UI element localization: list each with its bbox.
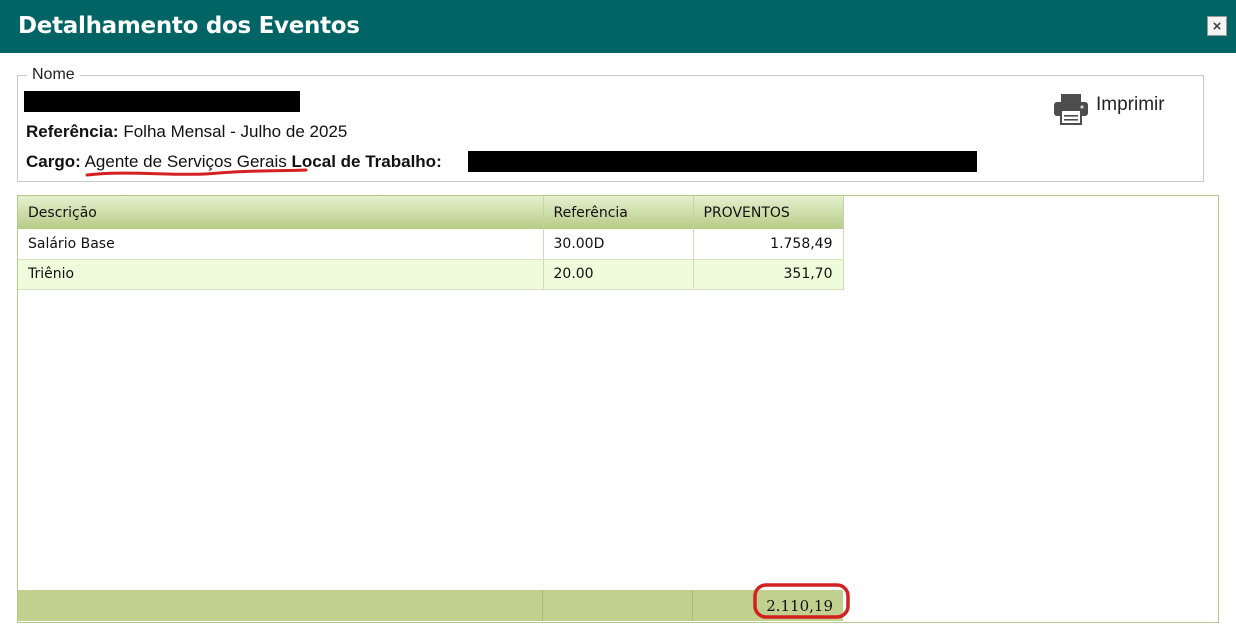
dialog-titlebar: Detalhamento dos Eventos — [0, 0, 1236, 53]
column-header-proventos[interactable]: PROVENTOS — [693, 196, 844, 229]
cell-proventos: 351,70 — [693, 259, 844, 290]
redacted-local-trabalho — [468, 151, 977, 172]
events-table: Descrição Referência PROVENTOS Salário B… — [18, 196, 844, 290]
totals-cell-referencia — [543, 590, 693, 621]
close-icon: × — [1212, 17, 1222, 35]
table-row[interactable]: Salário Base 30.00D 1.758,49 — [18, 229, 844, 260]
referencia-line: Referência: Folha Mensal - Julho de 2025 — [26, 122, 347, 142]
cargo-value: Agente de Serviços Gerais — [84, 152, 287, 171]
cargo-label: Cargo: — [26, 152, 81, 171]
referencia-label: Referência: — [26, 122, 119, 141]
total-proventos: 2.110,19 — [766, 596, 833, 615]
column-header-descricao[interactable]: Descrição — [18, 196, 544, 229]
cell-descricao: Salário Base — [18, 229, 544, 260]
cell-descricao: Triênio — [18, 259, 544, 290]
cell-proventos: 1.758,49 — [693, 229, 844, 260]
print-label: Imprimir — [1096, 94, 1165, 115]
totals-row: 2.110,19 — [18, 590, 843, 621]
referencia-value: Folha Mensal - Julho de 2025 — [123, 122, 348, 141]
cargo-line: Cargo: Agente de Serviços Gerais Local d… — [26, 152, 442, 172]
printer-icon — [1054, 94, 1088, 125]
totals-cell-descricao — [18, 590, 543, 621]
table-row[interactable]: Triênio 20.00 351,70 — [18, 259, 844, 290]
table-header-row: Descrição Referência PROVENTOS — [18, 196, 844, 229]
group-legend: Nome — [27, 66, 80, 84]
redacted-name — [24, 91, 300, 112]
cell-referencia: 20.00 — [543, 259, 694, 290]
print-button[interactable]: Imprimir — [1052, 92, 1165, 128]
dialog-title: Detalhamento dos Eventos — [18, 13, 360, 39]
close-button[interactable]: × — [1207, 16, 1227, 36]
column-header-referencia[interactable]: Referência — [543, 196, 694, 229]
cell-referencia: 30.00D — [543, 229, 694, 260]
local-trabalho-label: Local de Trabalho: — [291, 152, 442, 171]
